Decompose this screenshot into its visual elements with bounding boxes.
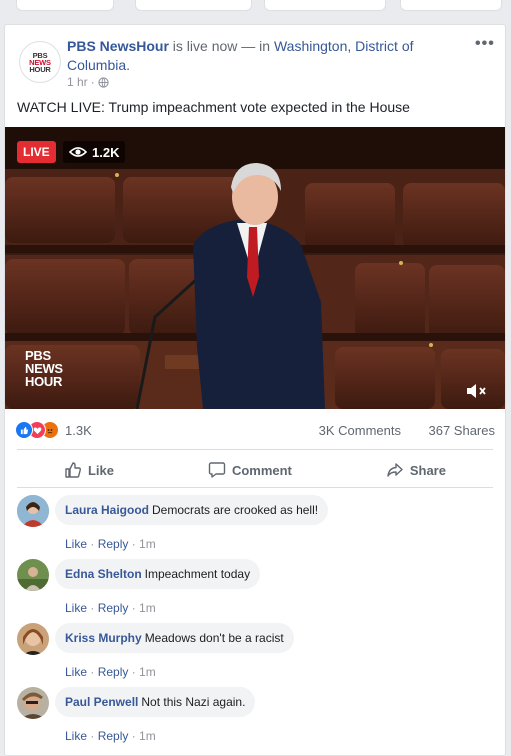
comment-like-link[interactable]: Like [65,601,87,615]
comment-actions: Like · Reply · 1m [65,729,156,743]
live-video-player[interactable]: LIVE 1.2K PBS NEWS HOUR [5,127,505,409]
comment-time[interactable]: 1m [139,537,156,551]
commenter-avatar[interactable] [17,495,49,527]
post-text: WATCH LIVE: Trump impeachment vote expec… [17,99,410,115]
globe-icon[interactable] [98,76,109,88]
comment-bubble: Laura Haigood Democrats are crooked as he… [55,495,329,525]
post-action-bar: Like Comment Share [17,457,493,483]
pbs-newshour-logo: PBS NEWS HOUR [29,50,51,74]
comment-text: Meadows don't be a racist [144,631,284,645]
comment-time[interactable]: 1m [139,729,156,743]
more-options-icon[interactable]: ••• [475,35,495,53]
divider [17,487,493,488]
comment-icon [208,462,226,478]
divider [17,449,493,450]
page-avatar[interactable]: PBS NEWS HOUR [19,41,61,83]
live-video-post: PBS NEWS HOUR PBS NewsHour is live now —… [4,24,506,756]
post-meta: 1 hr · [67,75,109,89]
comment-like-link[interactable]: Like [65,537,87,551]
reaction-count[interactable]: 1.3K [65,423,92,438]
comment-reply-link[interactable]: Reply [98,537,129,551]
like-label: Like [87,462,114,478]
like-button[interactable]: Like [64,461,114,479]
like-icon [15,421,33,439]
previous-post-bottom [0,0,511,14]
reaction-icons[interactable] [15,421,63,439]
comment-count-link[interactable]: 3K Comments [319,423,401,438]
status-text: is live now — in [168,38,274,54]
live-badge: LIVE [17,141,56,163]
comment-like-link[interactable]: Like [65,729,87,743]
viewer-count: 1.2K [92,144,120,160]
pbs-newshour-watermark: PBS NEWS HOUR [25,348,63,389]
thumbs-up-icon [65,462,81,478]
comment-like-link[interactable]: Like [65,665,87,679]
reactions-summary: 1.3K 3K Comments 367 Shares [15,420,495,442]
share-button[interactable]: Share [386,461,446,479]
mute-icon[interactable] [465,381,489,401]
comment-actions: Like · Reply · 1m [65,537,156,551]
comment-bubble: Edna Shelton Impeachment today [55,559,261,589]
comment-reply-link[interactable]: Reply [98,665,129,679]
share-label: Share [409,462,446,478]
commenter-name[interactable]: Edna Shelton [65,567,142,581]
comment-actions: Like · Reply · 1m [65,665,156,679]
comment-bubble: Kriss Murphy Meadows don't be a racist [55,623,294,653]
commenter-name[interactable]: Kriss Murphy [65,631,142,645]
comment-text: Impeachment today [144,567,251,581]
video-frame [5,127,505,409]
share-count-link[interactable]: 367 Shares [429,423,496,438]
comment-time[interactable]: 1m [139,665,156,679]
meta-separator: · [90,75,95,89]
commenter-name[interactable]: Laura Haigood [65,503,149,517]
commenter-avatar[interactable] [17,623,49,655]
commenter-name[interactable]: Paul Penwell [65,695,138,709]
comment-bubble: Paul Penwell Not this Nazi again. [55,687,256,717]
comment-text: Not this Nazi again. [141,695,246,709]
commenter-avatar[interactable] [17,559,49,591]
commenter-avatar[interactable] [17,687,49,719]
page-name-link[interactable]: PBS NewsHour [67,38,169,54]
comment-time[interactable]: 1m [139,601,156,615]
eye-icon [69,147,87,157]
post-header: PBS NewsHour is live now — in Washington… [67,37,467,75]
comment-actions: Like · Reply · 1m [65,601,156,615]
viewer-count-badge: 1.2K [63,141,126,163]
comment-reply-link[interactable]: Reply [98,729,129,743]
comment-button[interactable]: Comment [208,461,292,479]
comment-label: Comment [231,462,292,478]
comment-reply-link[interactable]: Reply [98,601,129,615]
share-icon [387,463,403,477]
post-time[interactable]: 1 hr [67,75,88,89]
comment-text: Democrats are crooked as hell! [152,503,319,517]
